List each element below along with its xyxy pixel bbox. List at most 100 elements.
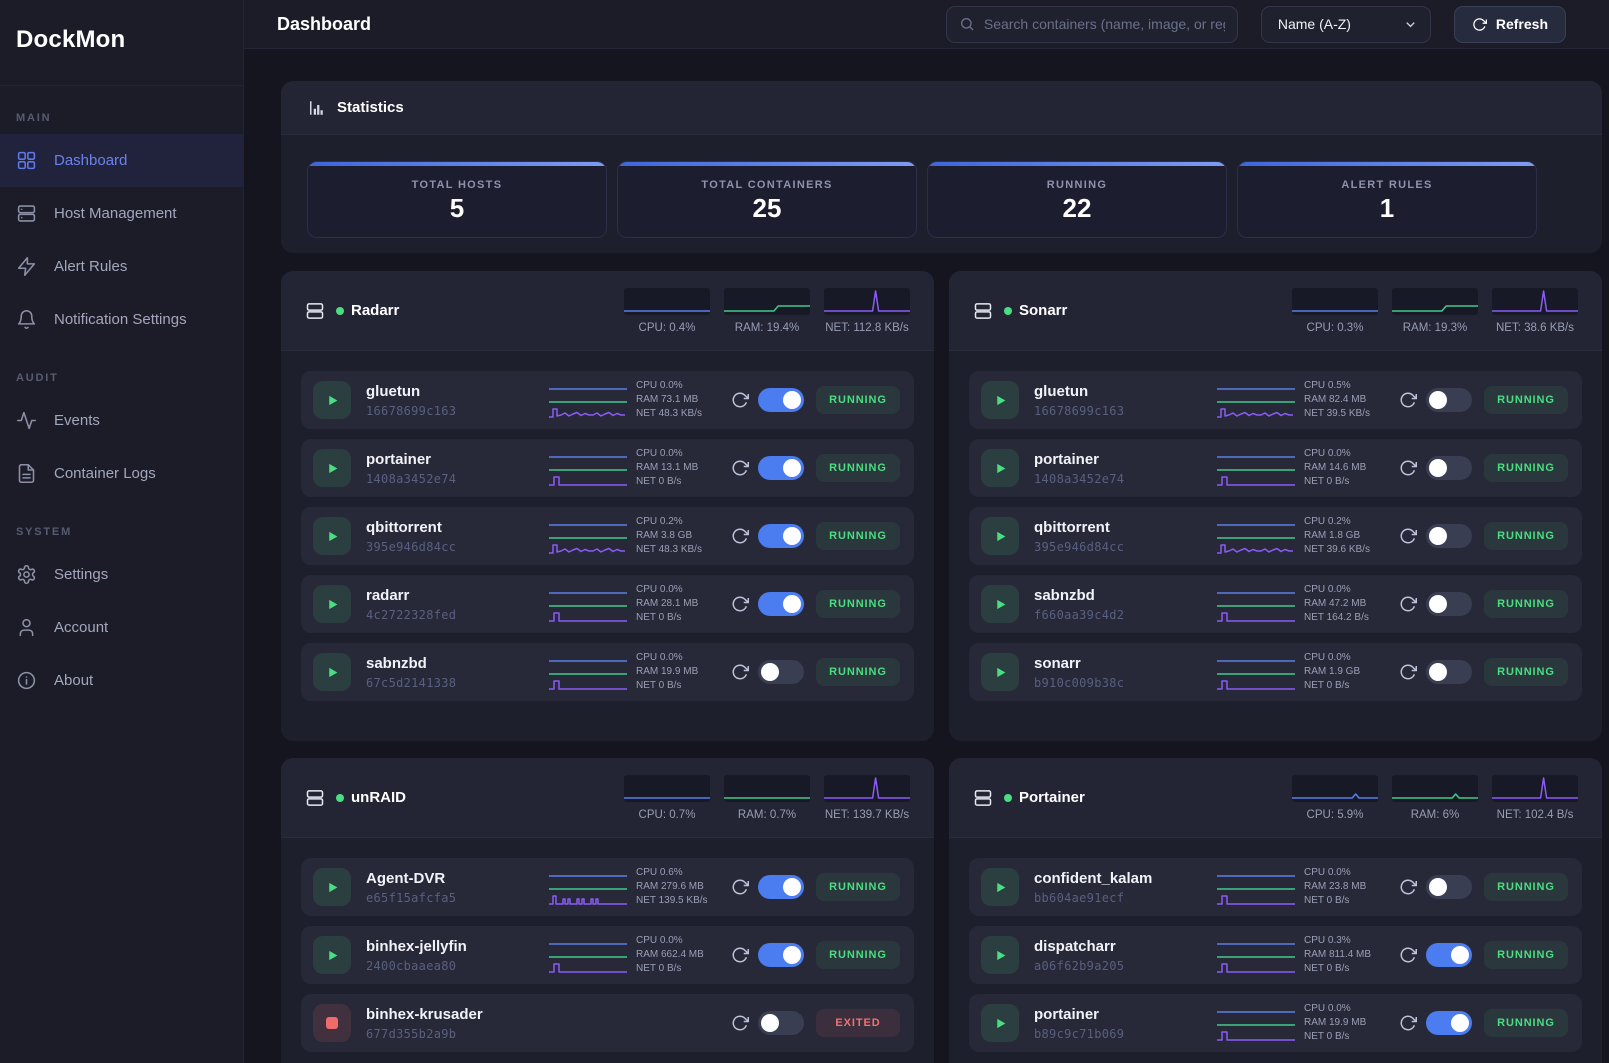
sidebar-item-events[interactable]: Events	[0, 394, 243, 447]
play-icon-button[interactable]	[313, 653, 351, 691]
restart-icon[interactable]	[1399, 878, 1417, 896]
container-toggle[interactable]	[758, 943, 804, 967]
stat-label: ALERT RULES	[1341, 179, 1432, 191]
sidebar-item-alert-rules[interactable]: Alert Rules	[0, 240, 243, 293]
restart-icon[interactable]	[731, 878, 749, 896]
host-metric-label: NET: 38.6 KB/s	[1496, 322, 1574, 334]
container-toggle[interactable]	[1426, 456, 1472, 480]
container-info: binhex-jellyfin 2400cbaaea80	[366, 938, 467, 973]
container-row-portainer[interactable]: portainer 1408a3452e74 CPU 0.0%RAM 13.1 …	[301, 439, 914, 497]
play-icon-button[interactable]	[981, 517, 1019, 555]
host-metric-label: NET: 112.8 KB/s	[825, 322, 909, 334]
container-row-sabnzbd[interactable]: sabnzbd f660aa39c4d2 CPU 0.0%RAM 47.2 MB…	[969, 575, 1582, 633]
container-info: binhex-krusader 677d355b2a9b	[366, 1006, 483, 1041]
restart-icon[interactable]	[1399, 1014, 1417, 1032]
container-id: 395e946d84cc	[1034, 540, 1124, 554]
status-badge: RUNNING	[1484, 454, 1568, 482]
play-icon	[326, 881, 339, 894]
play-icon-button[interactable]	[313, 381, 351, 419]
play-icon-button[interactable]	[981, 653, 1019, 691]
container-net-sparkline	[1217, 894, 1295, 906]
restart-icon[interactable]	[1399, 663, 1417, 681]
container-row-gluetun[interactable]: gluetun 16678699c163 CPU 0.0%RAM 73.1 MB…	[301, 371, 914, 429]
sidebar-item-dashboard[interactable]: Dashboard	[0, 134, 243, 187]
sidebar-item-account[interactable]: Account	[0, 601, 243, 654]
play-icon	[326, 666, 339, 679]
container-toggle[interactable]	[1426, 592, 1472, 616]
restart-icon[interactable]	[731, 459, 749, 477]
container-toggle[interactable]	[758, 388, 804, 412]
play-icon-button[interactable]	[981, 936, 1019, 974]
container-toggle[interactable]	[1426, 875, 1472, 899]
restart-icon[interactable]	[731, 527, 749, 545]
container-row-sonarr[interactable]: sonarr b910c009b38c CPU 0.0%RAM 1.9 GBNE…	[969, 643, 1582, 701]
play-icon-button[interactable]	[981, 381, 1019, 419]
play-icon-button[interactable]	[313, 449, 351, 487]
container-row-gluetun[interactable]: gluetun 16678699c163 CPU 0.5%RAM 82.4 MB…	[969, 371, 1582, 429]
container-toggle[interactable]	[758, 875, 804, 899]
container-row-binhex-krusader[interactable]: binhex-krusader 677d355b2a9b EXITED	[301, 994, 914, 1052]
container-net-sparkline	[549, 475, 627, 487]
container-toggle[interactable]	[1426, 1011, 1472, 1035]
container-row-sabnzbd[interactable]: sabnzbd 67c5d2141338 CPU 0.0%RAM 19.9 MB…	[301, 643, 914, 701]
container-row-agent-dvr[interactable]: Agent-DVR e65f15afcfa5 CPU 0.6%RAM 279.6…	[301, 858, 914, 916]
restart-icon[interactable]	[1399, 946, 1417, 964]
container-toggle[interactable]	[758, 524, 804, 548]
container-toggle[interactable]	[1426, 388, 1472, 412]
container-id: 2400cbaaea80	[366, 959, 467, 973]
container-row-qbittorrent[interactable]: qbittorrent 395e946d84cc CPU 0.2%RAM 1.8…	[969, 507, 1582, 565]
stat-card-alert-rules: ALERT RULES 1	[1237, 161, 1537, 238]
play-icon-button[interactable]	[981, 1004, 1019, 1042]
container-stat-line: NET 48.3 KB/s	[636, 543, 730, 557]
stop-icon-button[interactable]	[313, 1004, 351, 1042]
sidebar-item-settings[interactable]: Settings	[0, 548, 243, 601]
container-net-sparkline	[1217, 962, 1295, 974]
container-toggle[interactable]	[1426, 943, 1472, 967]
sidebar-item-host-management[interactable]: Host Management	[0, 187, 243, 240]
search-input[interactable]	[984, 16, 1225, 32]
status-badge: RUNNING	[816, 658, 900, 686]
container-toggle[interactable]	[1426, 660, 1472, 684]
container-row-dispatcharr[interactable]: dispatcharr a06f62b9a205 CPU 0.3%RAM 811…	[969, 926, 1582, 984]
restart-icon[interactable]	[1399, 527, 1417, 545]
play-icon-button[interactable]	[981, 449, 1019, 487]
cpu-sparkline	[1292, 775, 1378, 802]
restart-icon[interactable]	[731, 391, 749, 409]
sort-select[interactable]: Name (A-Z)	[1261, 6, 1431, 43]
container-toggle[interactable]	[758, 660, 804, 684]
container-toggle[interactable]	[758, 456, 804, 480]
restart-icon[interactable]	[731, 595, 749, 613]
restart-icon[interactable]	[731, 1014, 749, 1032]
container-row-radarr[interactable]: radarr 4c2722328fed CPU 0.0%RAM 28.1 MBN…	[301, 575, 914, 633]
play-icon-button[interactable]	[981, 585, 1019, 623]
restart-icon[interactable]	[731, 663, 749, 681]
restart-icon[interactable]	[731, 946, 749, 964]
container-row-portainer[interactable]: portainer 1408a3452e74 CPU 0.0%RAM 14.6 …	[969, 439, 1582, 497]
play-icon-button[interactable]	[313, 585, 351, 623]
container-row-portainer[interactable]: portainer b89c9c71b069 CPU 0.0%RAM 19.9 …	[969, 994, 1582, 1052]
container-ram-sparkline	[549, 462, 627, 474]
sidebar-item-about[interactable]: About	[0, 654, 243, 707]
container-toggle[interactable]	[758, 1011, 804, 1035]
container-ram-sparkline	[1217, 530, 1295, 542]
search-box[interactable]	[946, 6, 1238, 43]
play-icon-button[interactable]	[313, 517, 351, 555]
container-toggle[interactable]	[1426, 524, 1472, 548]
sidebar-item-container-logs[interactable]: Container Logs	[0, 447, 243, 500]
container-row-confident-kalam[interactable]: confident_kalam bb604ae91ecf CPU 0.0%RAM…	[969, 858, 1582, 916]
container-ram-sparkline	[1217, 394, 1295, 406]
restart-icon[interactable]	[1399, 459, 1417, 477]
refresh-button[interactable]: Refresh	[1454, 6, 1566, 43]
restart-icon[interactable]	[1399, 391, 1417, 409]
container-name: gluetun	[1034, 383, 1124, 400]
container-row-binhex-jellyfin[interactable]: binhex-jellyfin 2400cbaaea80 CPU 0.0%RAM…	[301, 926, 914, 984]
cpu-sparkline-chart	[624, 288, 710, 315]
play-icon-button[interactable]	[313, 936, 351, 974]
play-icon-button[interactable]	[981, 868, 1019, 906]
play-icon-button[interactable]	[313, 868, 351, 906]
container-toggle[interactable]	[758, 592, 804, 616]
restart-icon[interactable]	[1399, 595, 1417, 613]
sidebar-item-notification-settings[interactable]: Notification Settings	[0, 293, 243, 346]
container-name: qbittorrent	[1034, 519, 1124, 536]
container-row-qbittorrent[interactable]: qbittorrent 395e946d84cc CPU 0.2%RAM 3.8…	[301, 507, 914, 565]
